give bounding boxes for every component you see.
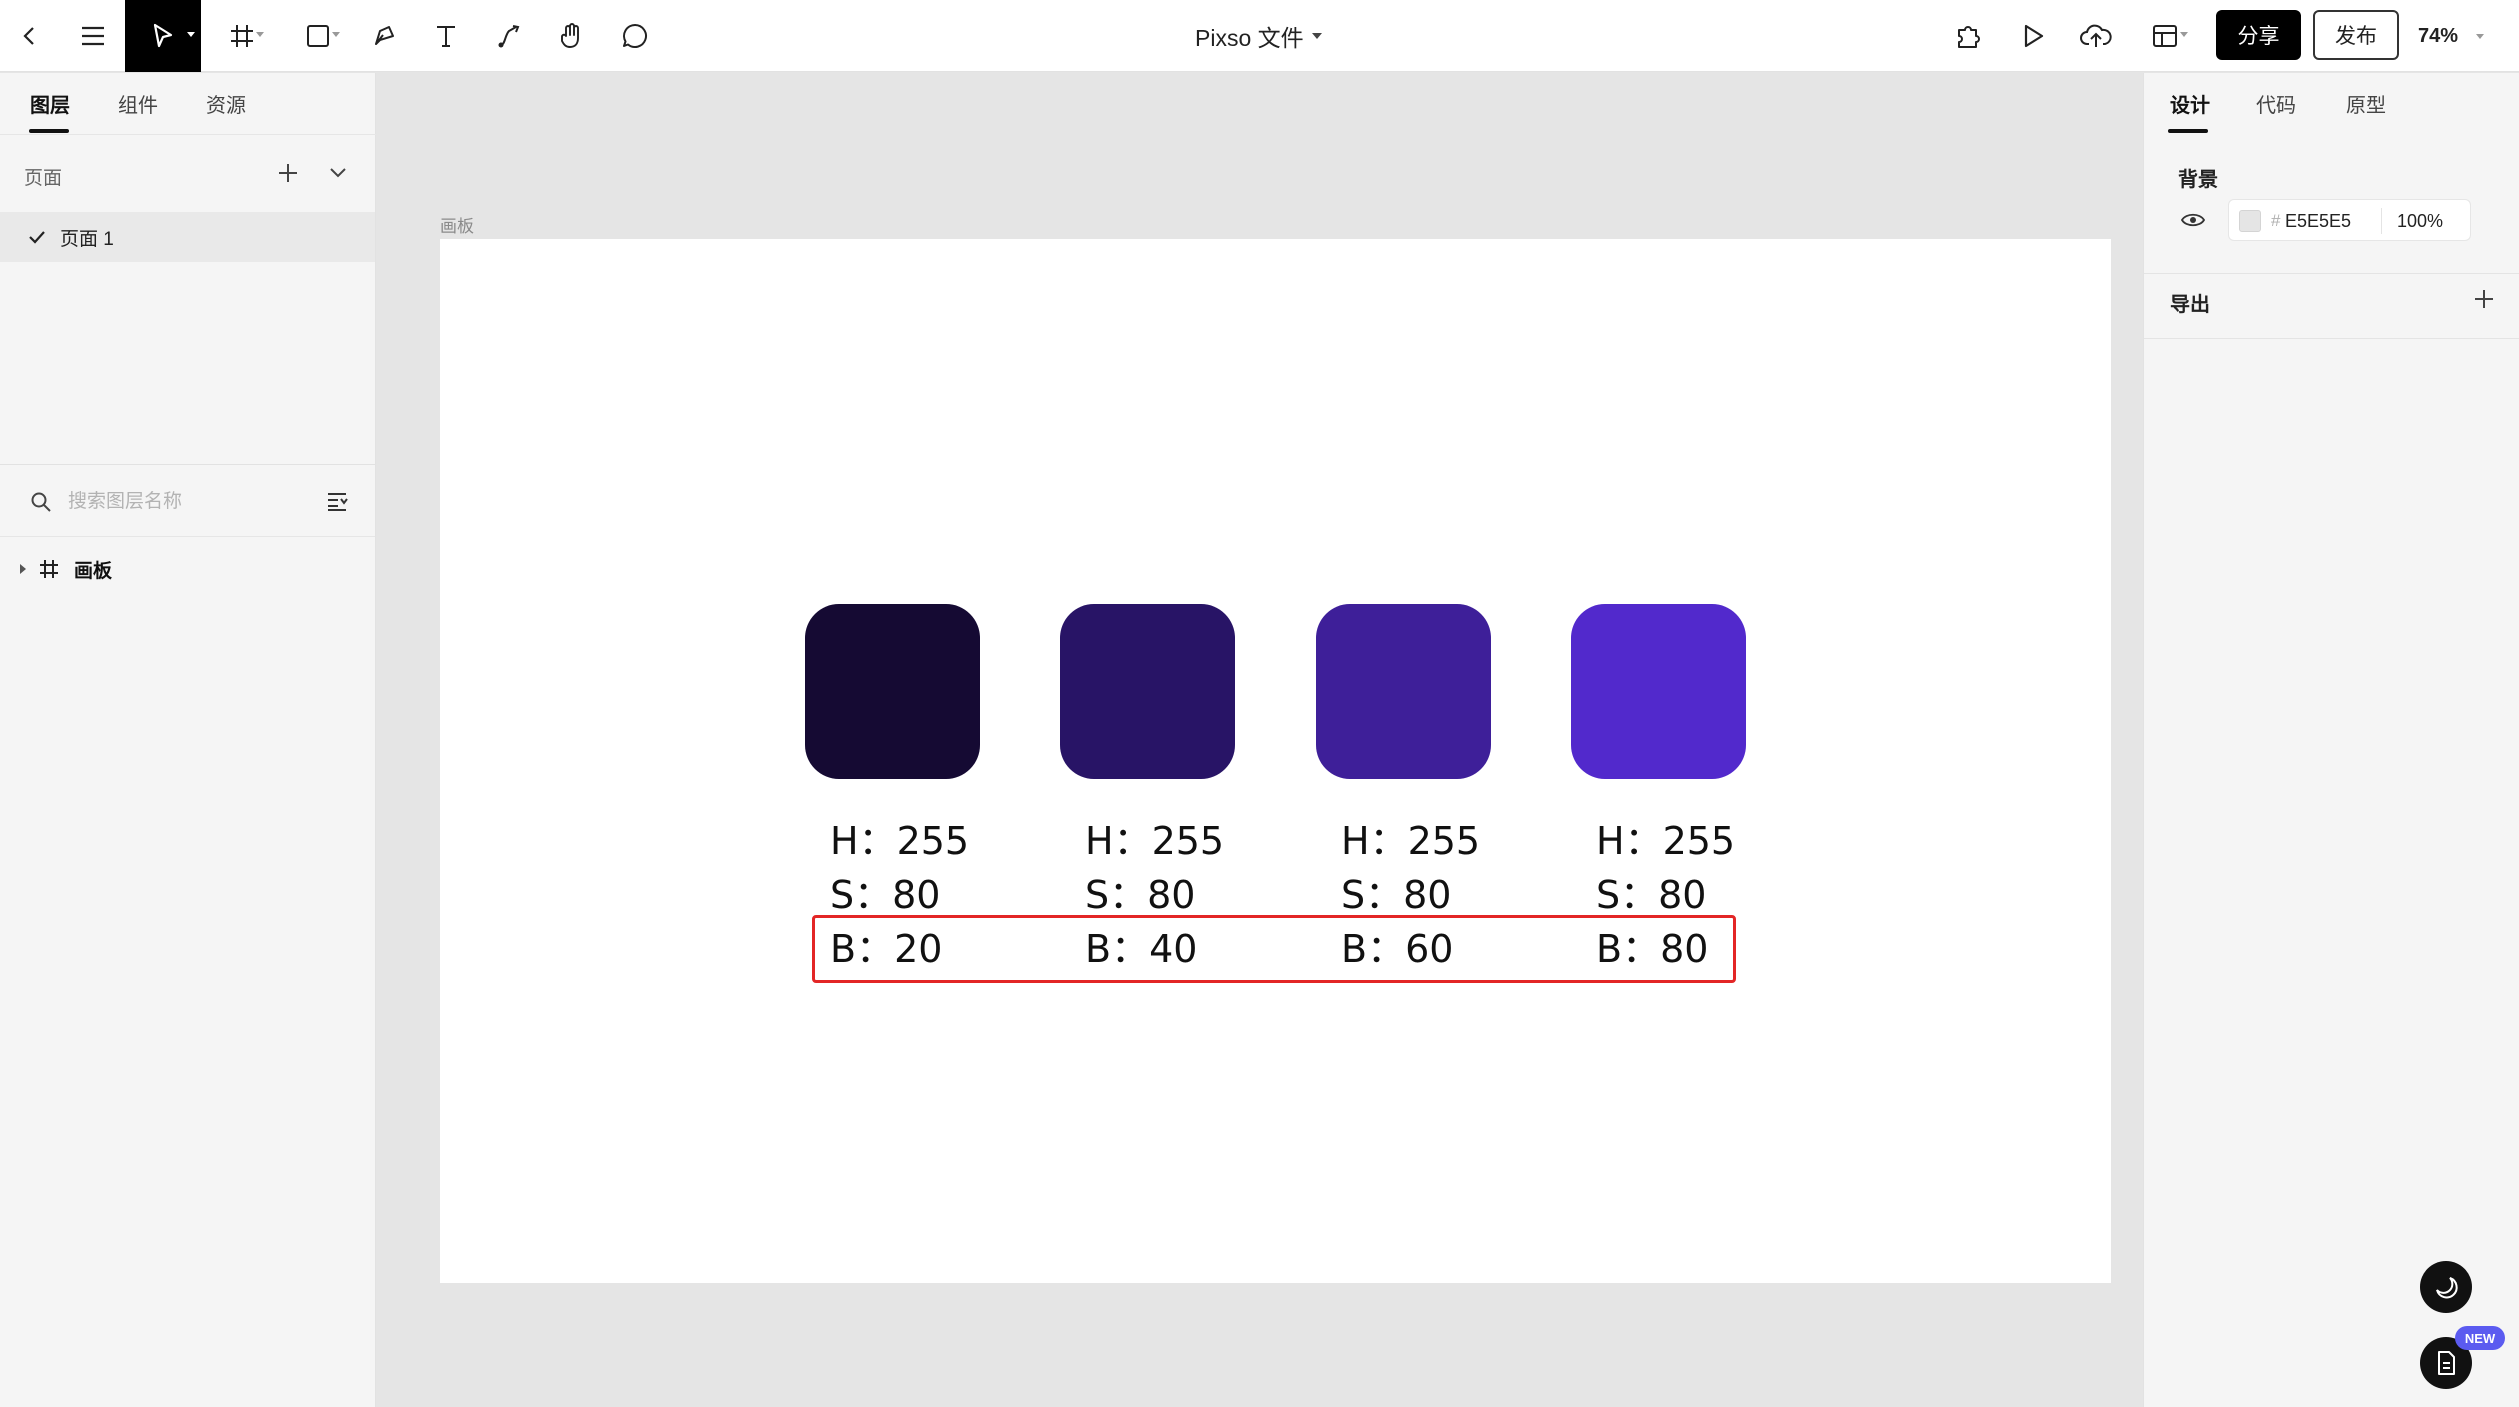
background-header: 背景 bbox=[2178, 169, 2218, 191]
tab-code[interactable]: 代码 bbox=[2256, 89, 2296, 118]
divider bbox=[2381, 208, 2382, 234]
saturation-value-4[interactable]: S：80 bbox=[1596, 864, 1706, 919]
frame-tool-dropdown-icon[interactable] bbox=[256, 32, 264, 37]
theme-toggle-button[interactable] bbox=[2420, 1261, 2472, 1313]
left-panel: 图层 组件 资源 页面 页面 1 画板 bbox=[0, 73, 376, 1407]
pen-nib-icon bbox=[375, 26, 394, 45]
zoom-level: 74% bbox=[2418, 24, 2459, 47]
moon-icon bbox=[2436, 1277, 2458, 1299]
export-header: 导出 bbox=[2170, 294, 2210, 316]
layer-item-frame[interactable]: 画板 bbox=[0, 539, 375, 599]
move-tool-dropdown-icon[interactable] bbox=[187, 32, 195, 37]
shape-tool-button[interactable] bbox=[290, 0, 346, 72]
play-icon bbox=[2024, 24, 2044, 48]
page-item[interactable]: 页面 1 bbox=[0, 212, 375, 262]
hue-value-2[interactable]: H：255 bbox=[1085, 810, 1224, 865]
publish-button[interactable]: 发布 bbox=[2313, 10, 2399, 60]
upload-button[interactable] bbox=[2073, 0, 2119, 72]
add-export-icon[interactable] bbox=[2470, 285, 2498, 313]
tab-assets[interactable]: 资源 bbox=[206, 89, 246, 118]
chevron-down-icon[interactable] bbox=[324, 159, 352, 187]
color-swatch-1[interactable] bbox=[805, 604, 980, 779]
hamburger-menu-icon bbox=[82, 26, 104, 46]
tab-layers[interactable]: 图层 bbox=[30, 89, 70, 118]
eye-visibility-icon[interactable] bbox=[2180, 210, 2206, 230]
expand-caret-icon[interactable] bbox=[20, 564, 26, 574]
cursor-arrow-icon bbox=[153, 23, 173, 48]
frame-grid-icon bbox=[231, 25, 253, 47]
main-menu-button[interactable] bbox=[70, 0, 116, 72]
hex-prefix: # bbox=[2271, 211, 2281, 230]
frame-icon bbox=[40, 560, 58, 578]
saturation-value-3[interactable]: S：80 bbox=[1341, 864, 1451, 919]
share-button[interactable]: 分享 bbox=[2216, 10, 2301, 60]
zoom-control[interactable]: 74% bbox=[2418, 0, 2485, 72]
hue-value-4[interactable]: H：255 bbox=[1596, 810, 1735, 865]
checkmark-icon bbox=[29, 231, 45, 244]
saturation-value-2[interactable]: S：80 bbox=[1085, 864, 1195, 919]
hand-icon bbox=[561, 23, 579, 48]
document-icon bbox=[2438, 1351, 2455, 1375]
top-toolbar: Pixso 文件 分享 发布 74% bbox=[0, 0, 2519, 72]
comment-tool-button[interactable] bbox=[612, 0, 658, 72]
cloud-upload-icon bbox=[2080, 24, 2112, 47]
shape-tool-dropdown-icon[interactable] bbox=[332, 32, 340, 37]
tab-design[interactable]: 设计 bbox=[2170, 89, 2210, 118]
tab-prototype[interactable]: 原型 bbox=[2346, 89, 2386, 118]
canvas-frame[interactable]: H：255 S：80 B：20 H：255 S：80 B：40 H：255 S：… bbox=[440, 239, 2111, 1283]
background-hex-input[interactable]: E5E5E5 bbox=[2285, 211, 2351, 232]
active-tab-indicator bbox=[2168, 129, 2208, 133]
layout-view-button[interactable] bbox=[2136, 0, 2194, 72]
connector-icon bbox=[498, 25, 520, 48]
active-tab-indicator bbox=[29, 129, 69, 133]
background-opacity-input[interactable]: 100% bbox=[2397, 211, 2443, 232]
divider bbox=[2144, 338, 2519, 339]
saturation-value-1[interactable]: S：80 bbox=[830, 864, 940, 919]
page-name: 页面 1 bbox=[60, 228, 114, 250]
document-title-text: Pixso 文件 bbox=[1195, 25, 1304, 51]
move-tool-button[interactable] bbox=[125, 0, 201, 72]
pages-header: 页面 bbox=[24, 168, 63, 189]
layer-search bbox=[0, 465, 375, 537]
tab-components[interactable]: 组件 bbox=[118, 89, 158, 118]
connector-tool-button[interactable] bbox=[488, 0, 532, 72]
color-swatch-3[interactable] bbox=[1316, 604, 1491, 779]
brightness-highlight-box[interactable] bbox=[812, 915, 1736, 983]
color-swatch-4[interactable] bbox=[1571, 604, 1746, 779]
layer-name: 画板 bbox=[74, 560, 113, 582]
color-swatch-2[interactable] bbox=[1060, 604, 1235, 779]
frame-label[interactable]: 画板 bbox=[440, 212, 474, 237]
background-color-swatch[interactable] bbox=[2239, 210, 2261, 232]
zoom-dropdown-icon bbox=[2476, 33, 2485, 39]
background-color-field: # E5E5E5 100% bbox=[2228, 199, 2471, 241]
back-button[interactable] bbox=[8, 0, 52, 72]
document-title[interactable]: Pixso 文件 bbox=[1195, 0, 1322, 72]
new-badge: NEW bbox=[2455, 1326, 2505, 1350]
layout-dropdown-icon[interactable] bbox=[2180, 32, 2188, 37]
hue-value-1[interactable]: H：255 bbox=[830, 810, 969, 865]
layer-search-input[interactable] bbox=[68, 485, 298, 519]
right-panel-tabs: 设计 代码 原型 bbox=[2144, 73, 2519, 135]
plugins-button[interactable] bbox=[1946, 0, 1992, 72]
pen-tool-button[interactable] bbox=[362, 0, 406, 72]
rectangle-icon bbox=[307, 25, 329, 47]
filter-list-icon[interactable] bbox=[325, 489, 349, 513]
search-icon bbox=[31, 492, 51, 512]
text-tool-button[interactable] bbox=[424, 0, 468, 72]
layout-panel-icon bbox=[2153, 25, 2177, 47]
right-panel: 设计 代码 原型 背景 # E5E5E5 100% 导出 bbox=[2143, 73, 2519, 1407]
text-t-icon bbox=[437, 26, 455, 47]
puzzle-plugin-icon bbox=[1958, 26, 1980, 48]
hand-tool-button[interactable] bbox=[550, 0, 594, 72]
left-panel-tabs: 图层 组件 资源 bbox=[0, 73, 376, 135]
title-dropdown-icon bbox=[1311, 33, 1322, 39]
divider bbox=[2144, 273, 2519, 274]
add-page-icon[interactable] bbox=[274, 159, 302, 187]
present-button[interactable] bbox=[2010, 0, 2056, 72]
chevron-left-icon bbox=[23, 27, 34, 45]
frame-tool-button[interactable] bbox=[214, 0, 270, 72]
comment-bubble-icon bbox=[623, 24, 647, 48]
hue-value-3[interactable]: H：255 bbox=[1341, 810, 1480, 865]
